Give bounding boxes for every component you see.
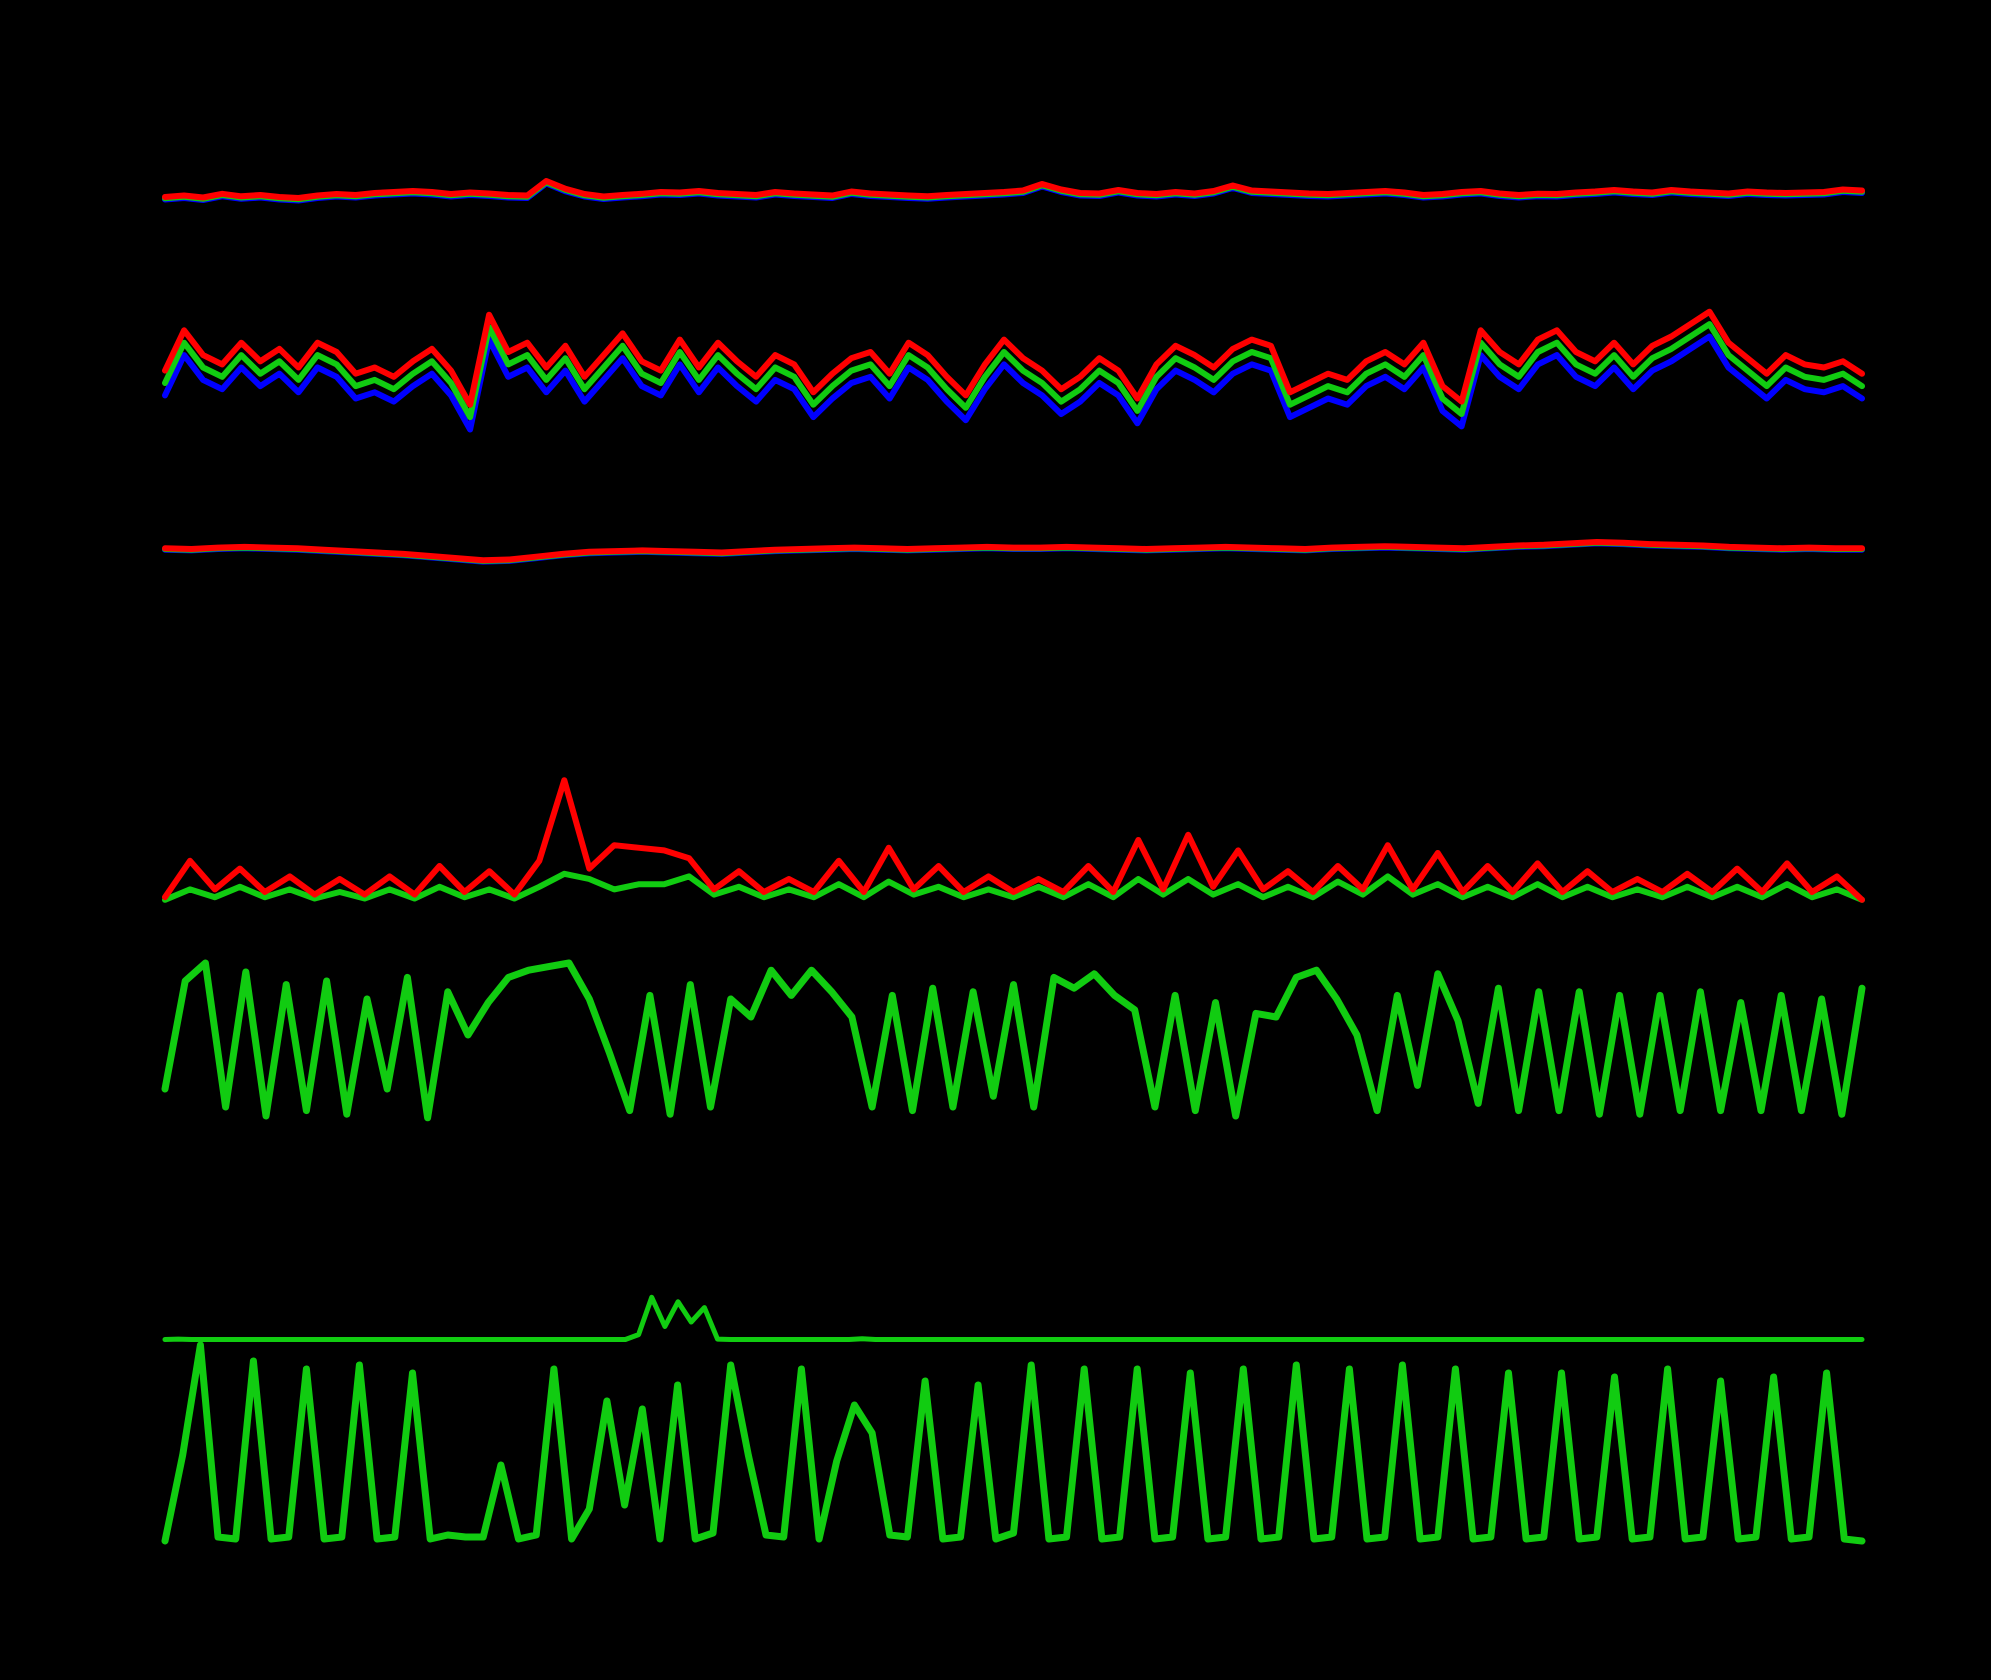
chart-panel-6 [162,1294,1865,1342]
chart-panel-5 [161,959,1866,1122]
chart-panel-2 [162,308,1865,433]
chart-panel-4 [162,777,1865,903]
chart-canvas [161,178,1866,1545]
panel-7-series-line-1 [161,1341,1866,1545]
panel-6-series-line-1 [162,1294,1865,1342]
chart-figure [0,0,1991,1680]
panel-4-series-line-2 [162,777,1865,903]
chart-panel-3 [162,539,1865,565]
chart-panel-1 [162,178,1865,204]
panel-5-series-line-1 [161,959,1866,1122]
chart-panel-7 [161,1341,1866,1545]
